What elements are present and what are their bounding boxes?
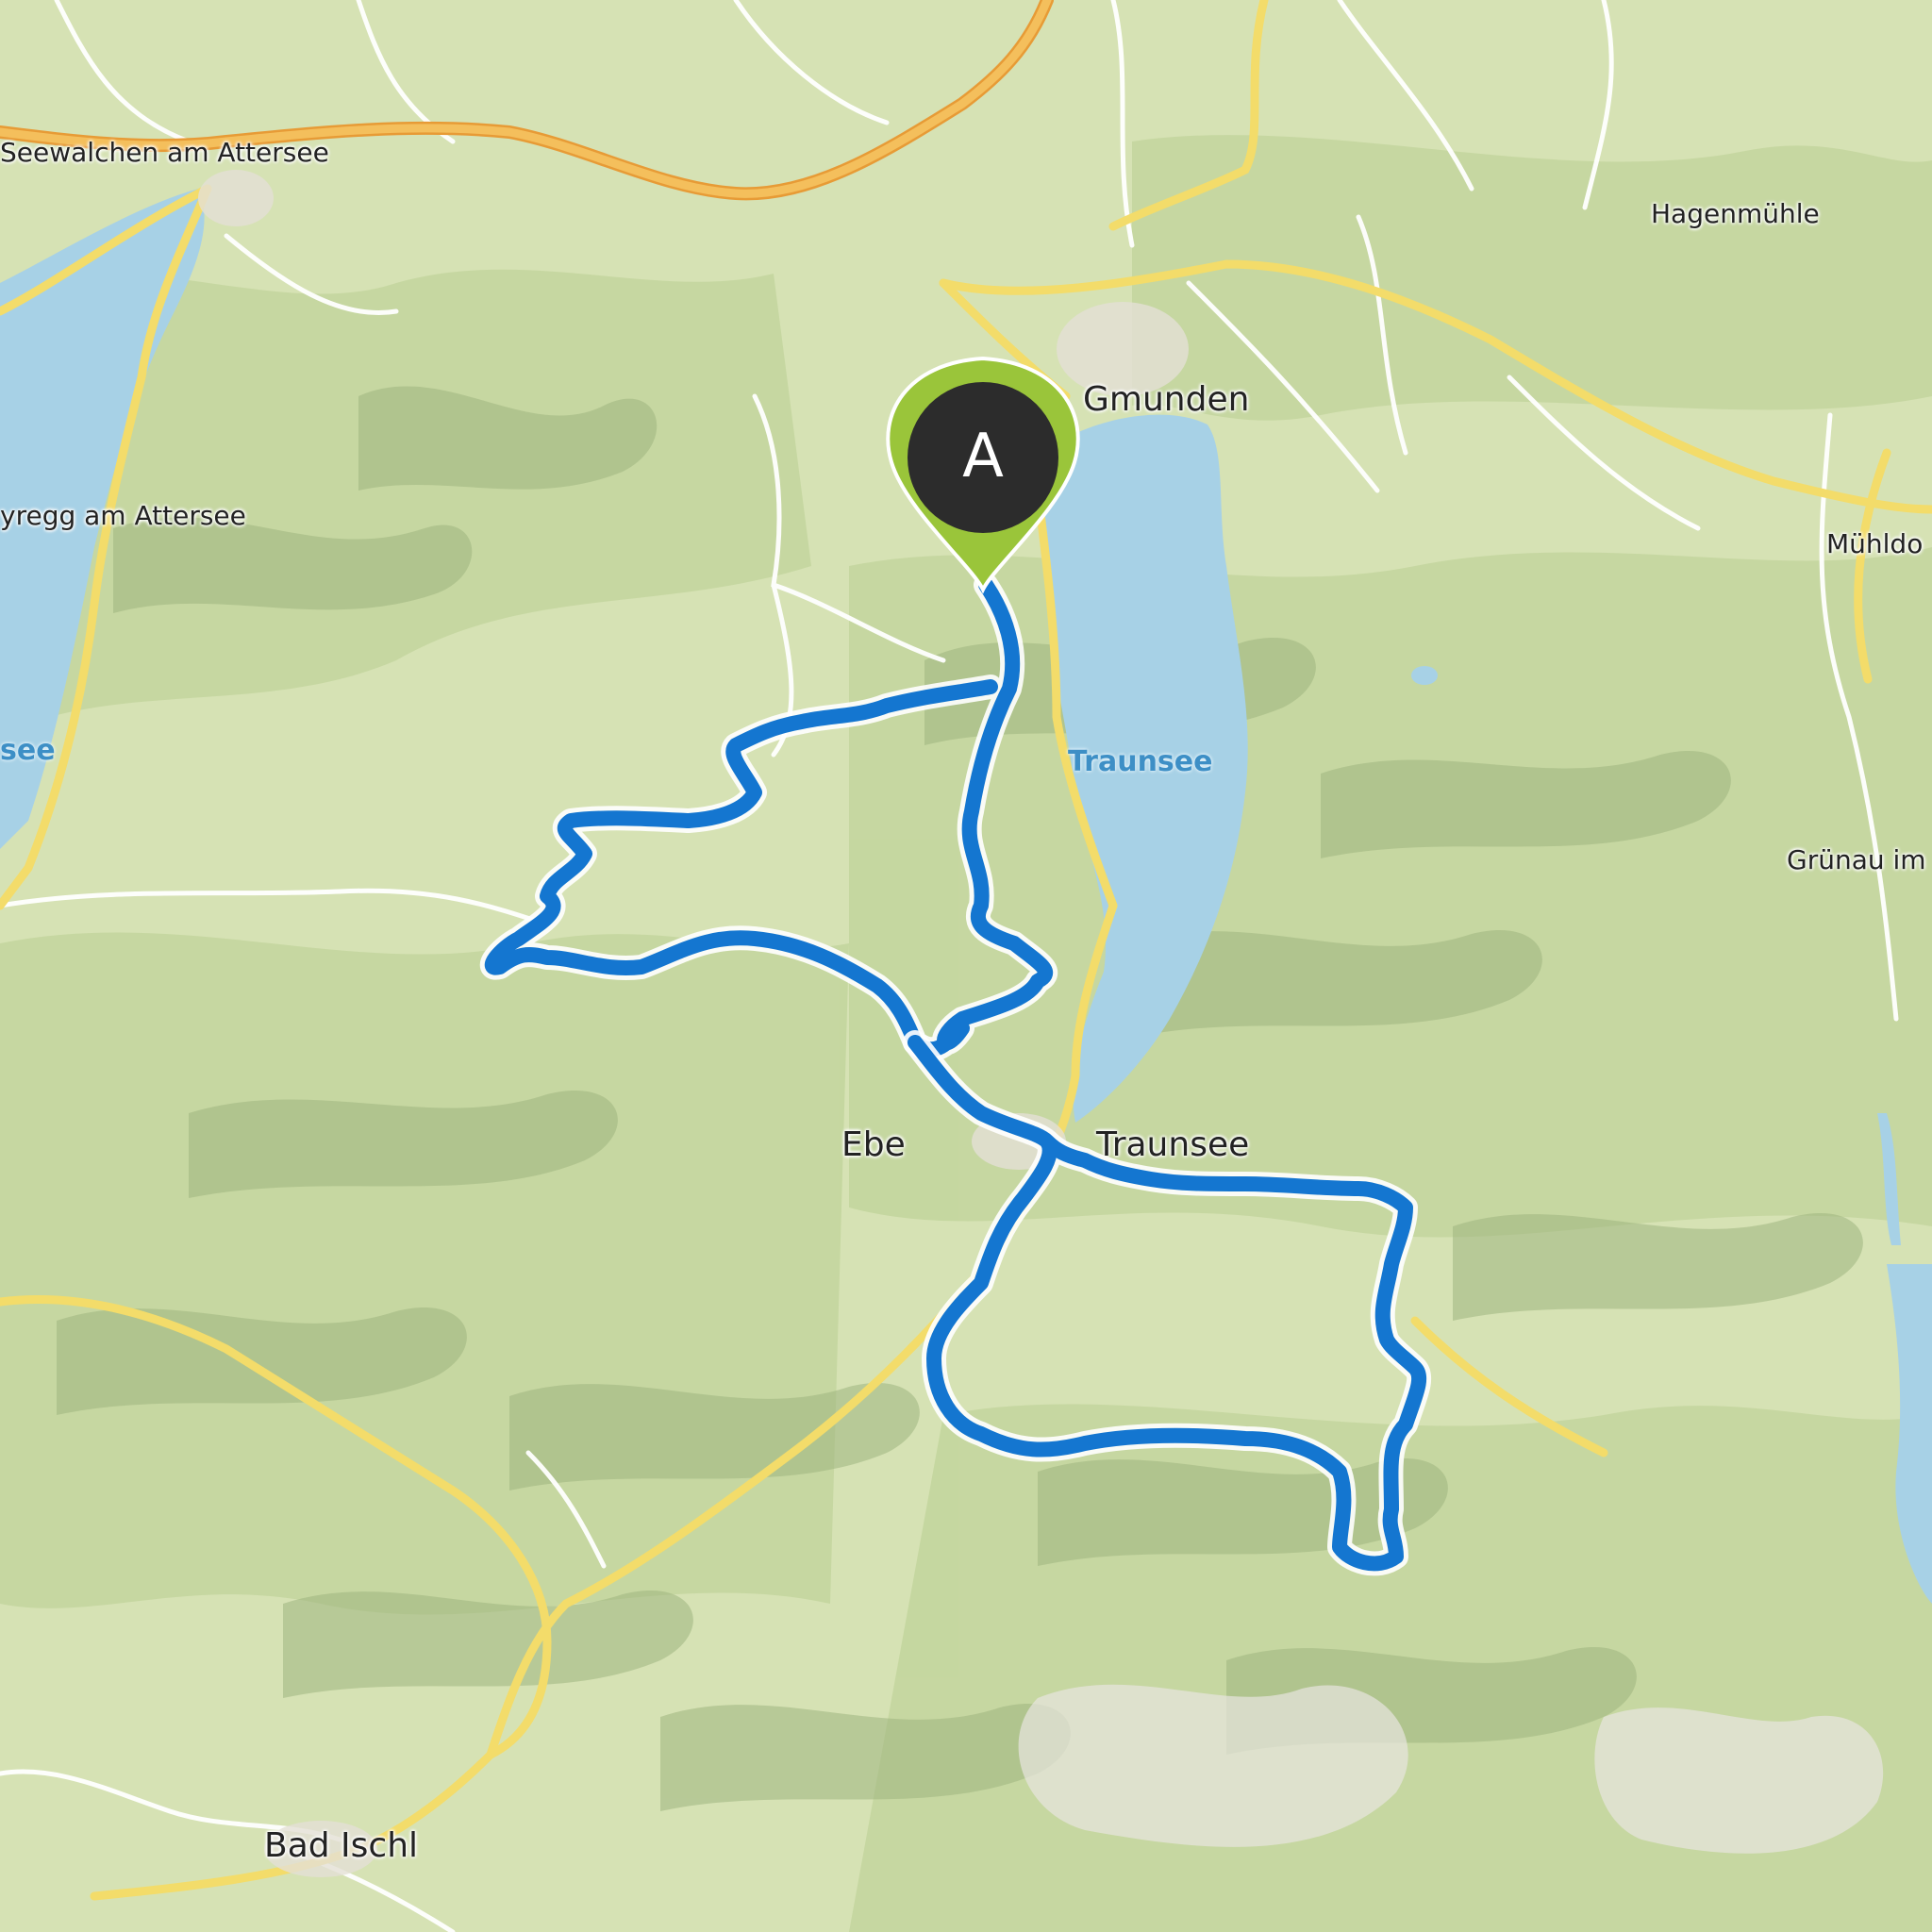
map-tiles[interactable] <box>0 0 1932 1932</box>
marker-label: A <box>962 422 1004 491</box>
map-canvas[interactable]: A Seewalchen am Attersee Hagenmühle Gmun… <box>0 0 1932 1932</box>
small-lake <box>1411 666 1438 685</box>
